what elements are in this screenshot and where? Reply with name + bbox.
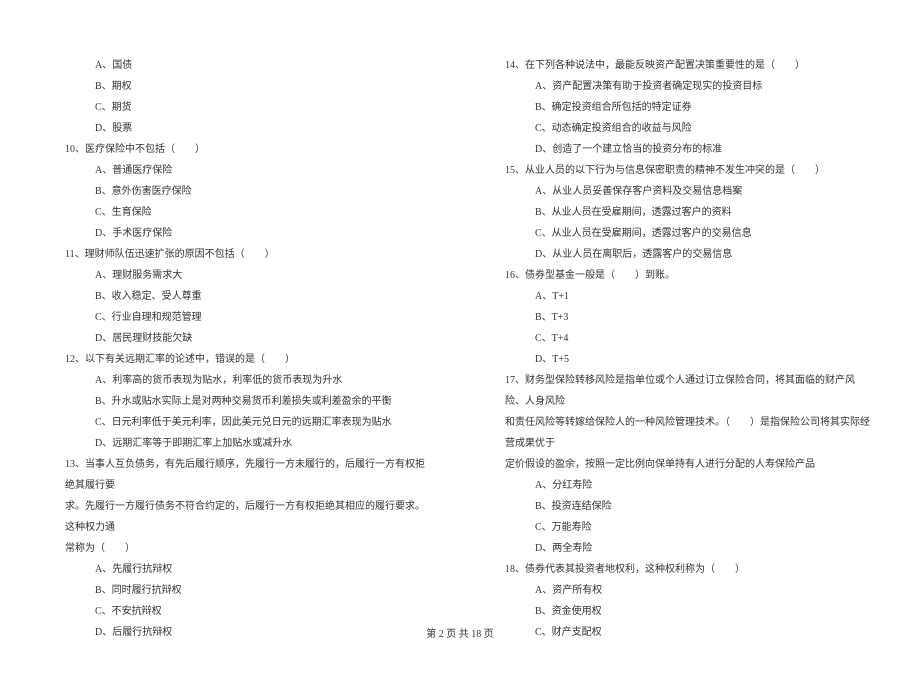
q10-stem: 10、医疗保险中不包括（ ） (50, 139, 430, 160)
q9-option-c: C、期货 (50, 97, 430, 118)
q17-option-c: C、万能寿险 (490, 517, 870, 538)
q16-option-d: D、T+5 (490, 349, 870, 370)
q14-option-b: B、确定投资组合所包括的特定证券 (490, 97, 870, 118)
q13-stem-line1: 13、当事人互负债务，有先后履行顺序，先履行一方未履行的，后履行一方有权拒绝其履… (50, 454, 430, 496)
q17-option-a: A、分红寿险 (490, 475, 870, 496)
q12-option-c: C、日元利率低于美元利率，因此美元兑日元的远期汇率表现为贴水 (50, 412, 430, 433)
q18-option-a: A、资产所有权 (490, 580, 870, 601)
right-column: 14、在下列各种说法中，最能反映资产配置决策重要性的是（ ） A、资产配置决策有… (490, 55, 870, 643)
q15-option-b: B、从业人员在受雇期间，透露过客户的资料 (490, 202, 870, 223)
page-footer: 第 2 页 共 18 页 (0, 625, 920, 640)
q12-option-a: A、利率高的货币表现为贴水，利率低的货币表现为升水 (50, 370, 430, 391)
q10-option-c: C、生育保险 (50, 202, 430, 223)
q9-option-a: A、国债 (50, 55, 430, 76)
q17-option-d: D、两全寿险 (490, 538, 870, 559)
q15-option-a: A、从业人员妥善保存客户资料及交易信息档案 (490, 181, 870, 202)
q10-option-b: B、意外伤害医疗保险 (50, 181, 430, 202)
q17-stem-line2: 和责任风险等转嫁给保险人的一种风险管理技术。（ ）是指保险公司将其实际经营成果优… (490, 412, 870, 454)
q18-option-b: B、资金使用权 (490, 601, 870, 622)
q9-option-d: D、股票 (50, 118, 430, 139)
q17-option-b: B、投资连结保险 (490, 496, 870, 517)
q16-option-a: A、T+1 (490, 286, 870, 307)
q13-stem-line3: 常称为（ ） (50, 538, 430, 559)
q11-option-c: C、行业自理和规范管理 (50, 307, 430, 328)
q15-stem: 15、从业人员的以下行为与信息保密职责的精神不发生冲突的是（ ） (490, 160, 870, 181)
q15-option-d: D、从业人员在离职后，透露客户的交易信息 (490, 244, 870, 265)
q14-stem: 14、在下列各种说法中，最能反映资产配置决策重要性的是（ ） (490, 55, 870, 76)
q14-option-d: D、创造了一个建立恰当的投资分布的标准 (490, 139, 870, 160)
q12-stem: 12、以下有关远期汇率的论述中，错误的是（ ） (50, 349, 430, 370)
q13-option-b: B、同时履行抗辩权 (50, 580, 430, 601)
q18-stem: 18、债券代表其投资者地权利，这种权利称为（ ） (490, 559, 870, 580)
q14-option-c: C、动态确定投资组合的收益与风险 (490, 118, 870, 139)
q11-option-a: A、理财服务需求大 (50, 265, 430, 286)
left-column: A、国债 B、期权 C、期货 D、股票 10、医疗保险中不包括（ ） A、普通医… (50, 55, 430, 643)
q11-stem: 11、理财师队伍迅速扩张的原因不包括（ ） (50, 244, 430, 265)
q12-option-b: B、升水或贴水实际上是对两种交易货币利差损失或利差盈余的平衡 (50, 391, 430, 412)
q15-option-c: C、从业人员在受雇期间，透露过客户的交易信息 (490, 223, 870, 244)
q16-option-c: C、T+4 (490, 328, 870, 349)
q17-stem-line3: 定价假设的盈余，按照一定比例向保单持有人进行分配的人寿保险产品 (490, 454, 870, 475)
q10-option-a: A、普通医疗保险 (50, 160, 430, 181)
exam-page: A、国债 B、期权 C、期货 D、股票 10、医疗保险中不包括（ ） A、普通医… (0, 0, 920, 673)
q11-option-b: B、收入稳定、受人尊重 (50, 286, 430, 307)
q14-option-a: A、资产配置决策有助于投资者确定现实的投资目标 (490, 76, 870, 97)
q13-option-c: C、不安抗辩权 (50, 601, 430, 622)
q16-stem: 16、债券型基金一般是（ ）到账。 (490, 265, 870, 286)
q13-option-a: A、先履行抗辩权 (50, 559, 430, 580)
q10-option-d: D、手术医疗保险 (50, 223, 430, 244)
q13-stem-line2: 求。先履行一方履行债务不符合约定的，后履行一方有权拒绝其相应的履行要求。这种权力… (50, 496, 430, 538)
q17-stem-line1: 17、财务型保险转移风险是指单位或个人通过订立保险合同，将其面临的财产风险、人身… (490, 370, 870, 412)
q16-option-b: B、T+3 (490, 307, 870, 328)
q9-option-b: B、期权 (50, 76, 430, 97)
q12-option-d: D、远期汇率等于即期汇率上加贴水或减升水 (50, 433, 430, 454)
q11-option-d: D、居民理财技能欠缺 (50, 328, 430, 349)
